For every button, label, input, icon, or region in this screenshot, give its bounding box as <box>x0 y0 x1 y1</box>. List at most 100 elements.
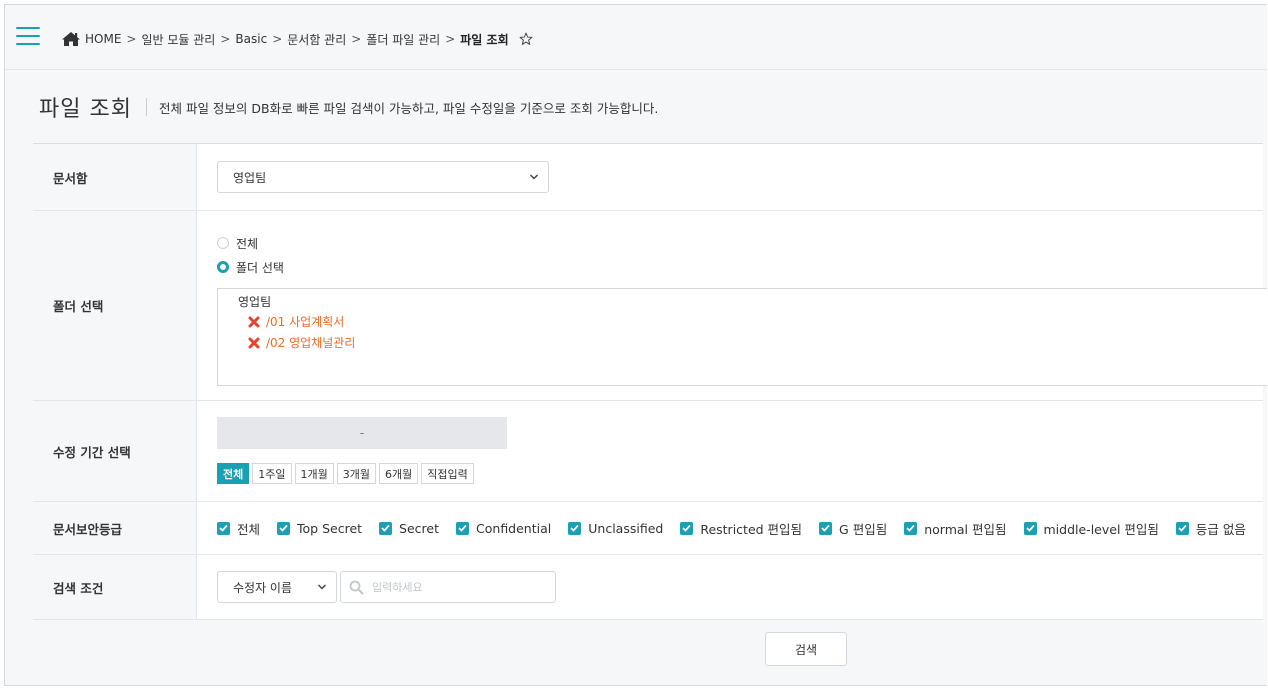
breadcrumb-folder-file-manage[interactable]: 폴더 파일 관리 <box>366 31 440 48</box>
search-icon <box>349 580 364 594</box>
page-header: 파일 조회 전체 파일 정보의 DB화로 빠른 파일 검색이 가능하고, 파일 … <box>39 89 658 125</box>
docbox-content: 영업팀 <box>197 144 1263 210</box>
search-input[interactable] <box>370 579 554 595</box>
row-search-condition: 검색 조건 수정자 이름 <box>33 555 1263 620</box>
search-input-box[interactable] <box>340 571 556 603</box>
security-option[interactable]: middle-level 편입됨 <box>1023 519 1159 538</box>
search-condition-label: 검색 조건 <box>33 555 197 619</box>
security-option-label: Top Secret <box>297 520 363 536</box>
breadcrumb-general-module[interactable]: 일반 모듈 관리 <box>141 31 215 48</box>
security-option-label: G 편입됨 <box>839 521 888 537</box>
security-option[interactable]: G 편입됨 <box>819 519 887 538</box>
folder-label: 폴더 선택 <box>33 211 197 400</box>
security-option-label: Restricted 편입됨 <box>700 521 803 537</box>
radio-folder-select[interactable]: 폴더 선택 <box>217 255 284 279</box>
security-checkbox-group: 전체 Top Secret Secret Confidential Unclas… <box>217 502 1263 554</box>
folder-item[interactable]: /02 영업채널관리 <box>248 334 355 351</box>
checkmark-icon[interactable] <box>819 521 833 535</box>
search-condition-content: 수정자 이름 <box>197 555 1263 619</box>
date-range-field[interactable]: - <box>217 417 507 449</box>
checkmark-icon[interactable] <box>217 521 230 535</box>
period-content: - 전체 1주일 1개월 3개월 6개월 직접입력 <box>197 401 1263 501</box>
period-button-3month[interactable]: 3개월 <box>336 463 376 484</box>
security-option[interactable]: Confidential <box>456 521 551 536</box>
chevron-down-icon <box>529 174 539 180</box>
page-title: 파일 조회 <box>39 97 132 122</box>
folder-content: 전체 폴더 선택 영업팀 /01 사업계획서 /02 영업채널관리 <box>197 211 1267 400</box>
row-docbox: 문서함 영업팀 <box>33 144 1263 211</box>
security-option[interactable]: 등급 없음 <box>1175 519 1246 538</box>
breadcrumb-separator: > <box>220 32 231 46</box>
security-option[interactable]: Restricted 편입됨 <box>680 519 802 538</box>
checkmark-icon[interactable] <box>277 521 291 535</box>
row-folder: 폴더 선택 전체 폴더 선택 영업팀 /01 사업계획서 /02 영업채널관리 <box>33 211 1267 401</box>
top-bar: HOME > 일반 모듈 관리 > Basic > 문서함 관리 > 폴더 파일… <box>5 5 1267 70</box>
period-button-group: 전체 1주일 1개월 3개월 6개월 직접입력 <box>217 463 477 484</box>
checkmark-icon[interactable] <box>379 521 393 535</box>
folder-radio-group: 전체 폴더 선택 <box>217 231 284 279</box>
chevron-down-icon <box>317 584 327 590</box>
breadcrumb-separator: > <box>126 32 137 46</box>
security-content: 전체 Top Secret Secret Confidential Unclas… <box>197 502 1263 554</box>
breadcrumb-separator: > <box>445 32 456 46</box>
breadcrumb-home[interactable]: HOME <box>85 32 121 46</box>
period-label: 수정 기간 선택 <box>33 401 197 501</box>
security-option-label: Unclassified <box>588 520 664 536</box>
checkmark-icon[interactable] <box>680 521 694 535</box>
checkmark-icon[interactable] <box>456 521 470 535</box>
star-outline-icon[interactable] <box>519 32 533 46</box>
folder-item[interactable]: /01 사업계획서 <box>248 313 344 330</box>
security-option[interactable]: 전체 <box>217 519 260 538</box>
home-icon[interactable] <box>61 31 81 47</box>
period-button-1month[interactable]: 1개월 <box>294 463 334 484</box>
radio-all[interactable]: 전체 <box>217 231 284 255</box>
folder-item-label: /01 사업계획서 <box>266 315 345 329</box>
security-label: 문서보안등급 <box>33 502 197 554</box>
search-field-value: 수정자 이름 <box>233 580 293 595</box>
checkmark-icon[interactable] <box>1023 521 1037 535</box>
folder-root: 영업팀 <box>238 295 272 309</box>
radio-all-label: 전체 <box>236 236 259 251</box>
breadcrumb-separator: > <box>351 32 362 46</box>
hamburger-icon[interactable] <box>16 27 40 45</box>
search-field-select[interactable]: 수정자 이름 <box>217 571 337 603</box>
security-option[interactable]: Secret <box>379 521 439 536</box>
checkmark-icon[interactable] <box>904 521 918 535</box>
period-button-6month[interactable]: 6개월 <box>379 463 419 484</box>
breadcrumb-basic[interactable]: Basic <box>235 32 267 46</box>
breadcrumb-docbox-manage[interactable]: 문서함 관리 <box>287 31 346 48</box>
security-option-label: middle-level 편입됨 <box>1043 521 1159 537</box>
period-button-custom[interactable]: 직접입력 <box>421 463 474 484</box>
breadcrumb-current: 파일 조회 <box>460 32 509 47</box>
row-period: 수정 기간 선택 - 전체 1주일 1개월 3개월 6개월 직접입력 <box>33 401 1263 502</box>
docbox-select[interactable]: 영업팀 <box>217 161 549 193</box>
folder-item-label: /02 영업채널관리 <box>266 336 356 350</box>
radio-folder-select-circle[interactable] <box>217 261 229 273</box>
security-option[interactable]: Top Secret <box>277 521 362 536</box>
checkmark-icon[interactable] <box>1175 521 1189 535</box>
period-button-all[interactable]: 전체 <box>217 463 250 484</box>
security-option-label: Confidential <box>476 520 552 536</box>
checkmark-icon[interactable] <box>568 521 582 535</box>
folder-list-box: 영업팀 /01 사업계획서 /02 영업채널관리 <box>217 288 1267 386</box>
security-option-label: 전체 <box>237 521 261 537</box>
page-description: 전체 파일 정보의 DB화로 빠른 파일 검색이 가능하고, 파일 수정일을 기… <box>158 100 659 116</box>
row-security: 문서보안등급 전체 Top Secret Secret Confidential… <box>33 502 1263 555</box>
security-option[interactable]: normal 편입됨 <box>904 519 1007 538</box>
radio-all-circle[interactable] <box>217 237 229 249</box>
docbox-label: 문서함 <box>33 144 197 210</box>
close-x-icon[interactable] <box>248 316 260 328</box>
search-form: 문서함 영업팀 폴더 선택 전체 폴더 선택 영업팀 /01 사업계획서 /02… <box>33 143 1267 620</box>
breadcrumb-separator: > <box>272 32 283 46</box>
close-x-icon[interactable] <box>248 337 260 349</box>
breadcrumb: HOME > 일반 모듈 관리 > Basic > 문서함 관리 > 폴더 파일… <box>61 29 533 49</box>
title-divider <box>145 98 147 116</box>
radio-folder-select-label: 폴더 선택 <box>236 260 284 275</box>
security-option-label: 등급 없음 <box>1195 521 1246 537</box>
search-button[interactable]: 검색 <box>765 632 847 666</box>
security-option[interactable]: Unclassified <box>568 521 663 536</box>
security-option-label: Secret <box>399 520 440 536</box>
period-button-1week[interactable]: 1주일 <box>252 463 292 484</box>
security-option-label: normal 편입됨 <box>924 521 1007 537</box>
search-controls: 수정자 이름 <box>217 555 1263 619</box>
